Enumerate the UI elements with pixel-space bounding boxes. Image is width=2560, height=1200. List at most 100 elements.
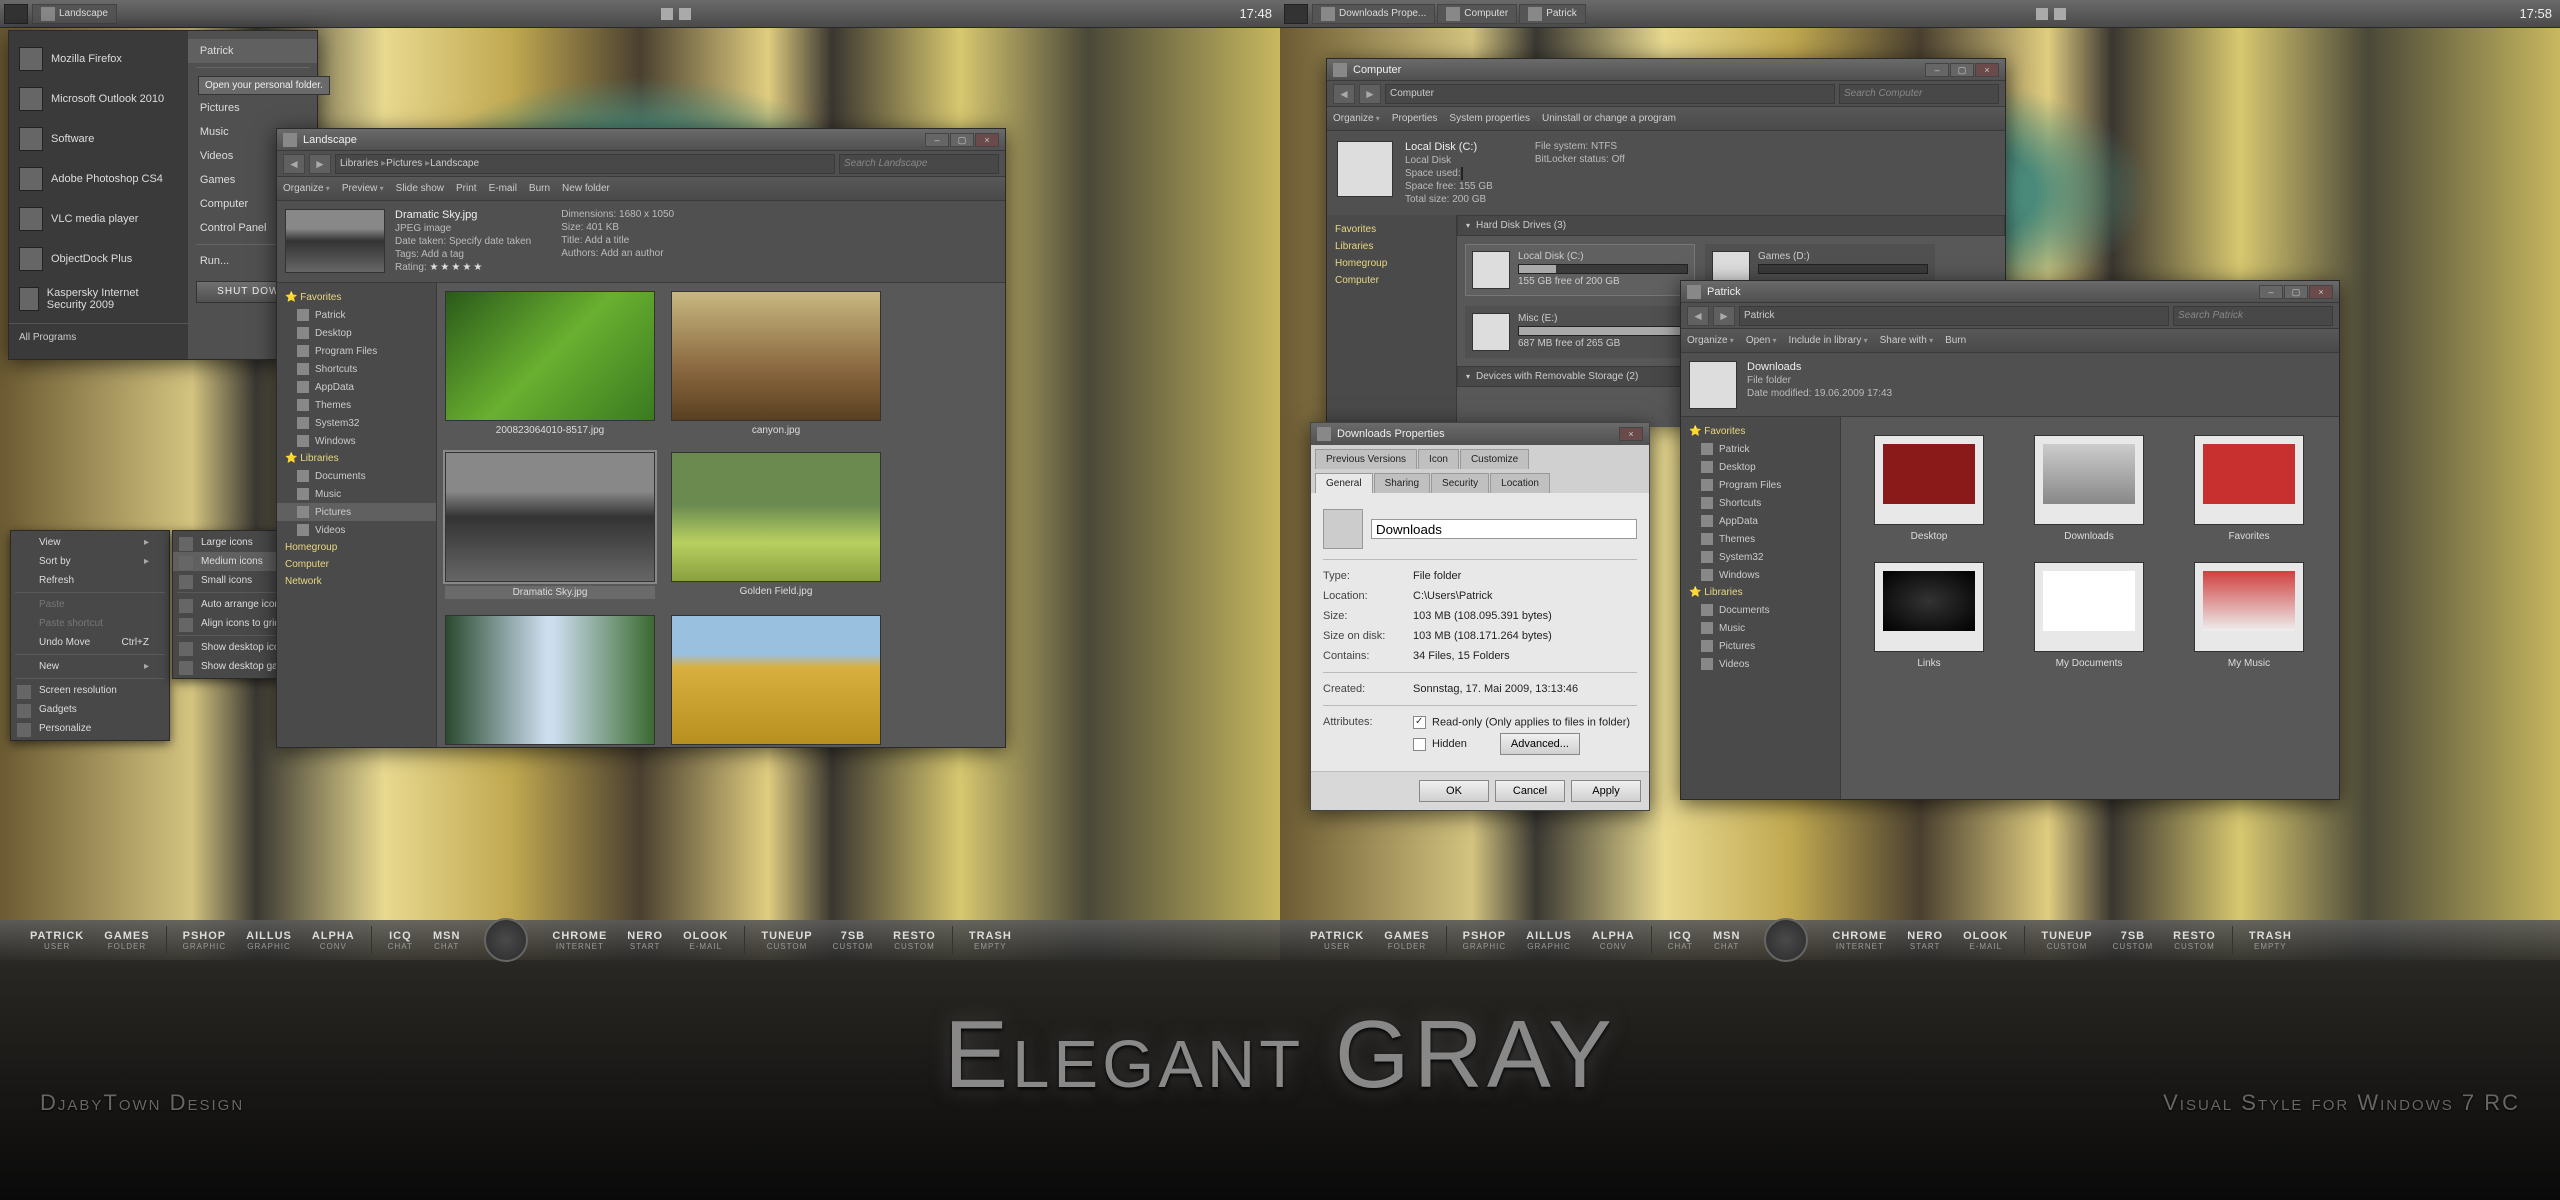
sidebar-item[interactable]: Patrick — [277, 306, 436, 324]
start-button[interactable] — [1284, 4, 1308, 24]
menu-item[interactable]: New — [11, 657, 169, 676]
toolbar-item[interactable]: System properties — [1449, 113, 1530, 124]
all-programs[interactable]: All Programs — [9, 323, 188, 351]
sidebar-header[interactable]: Network — [277, 573, 436, 590]
toolbar-item[interactable]: Uninstall or change a program — [1542, 113, 1676, 124]
sidebar-item[interactable]: Videos — [277, 521, 436, 539]
sidebar-item[interactable]: AppData — [1681, 512, 1840, 530]
tray-icon[interactable] — [679, 8, 691, 20]
toolbar-item[interactable]: Preview — [342, 183, 384, 194]
search-input[interactable]: Search Patrick — [2173, 306, 2333, 326]
menu-item[interactable]: View — [11, 533, 169, 552]
ok-button[interactable]: OK — [1419, 780, 1489, 802]
toolbar-item[interactable]: Organize — [1687, 335, 1734, 346]
drive-item[interactable]: Local Disk (C:) 155 GB free of 200 GB — [1465, 244, 1695, 296]
tray-icon[interactable] — [2036, 8, 2048, 20]
breadcrumb[interactable]: Patrick — [1739, 306, 2169, 326]
drive-item[interactable]: Misc (E:) 687 MB free of 265 GB — [1465, 306, 1695, 358]
folder-icon-large[interactable]: Desktop — [1859, 435, 1999, 542]
folder-icon-large[interactable]: Links — [1859, 562, 1999, 669]
toolbar-item[interactable]: Open — [1746, 335, 1777, 346]
dock-item[interactable]: PATRICKUSER — [1310, 930, 1364, 951]
dock-item[interactable]: TRASHEMPTY — [2249, 930, 2292, 951]
close-button[interactable]: × — [2309, 285, 2333, 299]
search-input[interactable]: Search Computer — [1839, 84, 1999, 104]
title-bar[interactable]: Landscape – ▢ × — [277, 129, 1005, 151]
sidebar-item[interactable]: Documents — [277, 467, 436, 485]
folder-icon-large[interactable]: My Music — [2179, 562, 2319, 669]
maximize-button[interactable]: ▢ — [1950, 63, 1974, 77]
tab[interactable]: Previous Versions — [1315, 449, 1417, 469]
sidebar-item[interactable]: Music — [277, 485, 436, 503]
sidebar-header[interactable]: ⭐ Favorites — [1681, 423, 1840, 440]
sidebar-item[interactable]: System32 — [277, 414, 436, 432]
toolbar-item[interactable]: Organize — [283, 183, 330, 194]
toolbar-item[interactable]: Organize — [1333, 113, 1380, 124]
forward-button[interactable]: ► — [1713, 306, 1735, 326]
apply-button[interactable]: Apply — [1571, 780, 1641, 802]
thumbnail[interactable]: Dramatic Sky.jpg — [445, 452, 655, 599]
start-app[interactable]: Microsoft Outlook 2010 — [9, 79, 188, 119]
drives-header[interactable]: Hard Disk Drives (3) — [1457, 215, 2005, 236]
dock-item[interactable]: CHROMEINTERNET — [1832, 930, 1887, 951]
breadcrumb[interactable]: Computer — [1385, 84, 1835, 104]
sidebar-item[interactable]: Program Files — [1681, 476, 1840, 494]
dock-item[interactable]: NEROSTART — [627, 930, 663, 951]
sidebar-item[interactable]: Windows — [277, 432, 436, 450]
sidebar-item[interactable]: System32 — [1681, 548, 1840, 566]
folder-icon-large[interactable]: Downloads — [2019, 435, 2159, 542]
menu-item[interactable]: Sort by — [11, 552, 169, 571]
sidebar-item[interactable]: Patrick — [1681, 440, 1840, 458]
start-user[interactable]: Patrick — [188, 39, 317, 63]
start-app[interactable]: Kaspersky Internet Security 2009 — [9, 279, 188, 319]
name-input[interactable] — [1371, 519, 1637, 539]
tab[interactable]: Location — [1490, 473, 1550, 493]
toolbar-item[interactable]: Properties — [1392, 113, 1438, 124]
maximize-button[interactable]: ▢ — [2284, 285, 2308, 299]
sidebar-item[interactable]: Pictures — [1681, 637, 1840, 655]
start-button[interactable] — [4, 4, 28, 24]
dock-item[interactable]: GAMESFOLDER — [1384, 930, 1429, 951]
sidebar-header[interactable]: Homegroup — [277, 539, 436, 556]
dock-item[interactable]: GAMESFOLDER — [104, 930, 149, 951]
taskbar-item[interactable]: Landscape — [32, 4, 117, 24]
sidebar-item[interactable]: Desktop — [1681, 458, 1840, 476]
dock-item[interactable]: TUNEUPCUSTOM — [761, 930, 812, 951]
maximize-button[interactable]: ▢ — [950, 133, 974, 147]
sidebar-item[interactable]: AppData — [277, 378, 436, 396]
close-button[interactable]: × — [1975, 63, 1999, 77]
advanced-button[interactable]: Advanced... — [1500, 733, 1580, 755]
thumbnail[interactable] — [445, 615, 655, 747]
dock-item[interactable]: AILLUSGRAPHIC — [246, 930, 292, 951]
readonly-checkbox[interactable] — [1413, 716, 1426, 729]
dock-item[interactable]: MSNCHAT — [433, 930, 460, 951]
clock[interactable]: 17:58 — [2519, 6, 2552, 21]
thumbnail[interactable] — [671, 615, 881, 747]
taskbar-item[interactable]: Computer — [1437, 4, 1517, 24]
back-button[interactable]: ◄ — [283, 154, 305, 174]
dock-item[interactable]: ALPHACONV — [1592, 930, 1635, 951]
dock-item[interactable]: ICQCHAT — [388, 930, 413, 951]
sidebar-item[interactable]: Themes — [1681, 530, 1840, 548]
title-bar[interactable]: Computer –▢× — [1327, 59, 2005, 81]
close-button[interactable]: × — [1619, 427, 1643, 441]
dock-item[interactable]: OLOOKE-MAIL — [683, 930, 728, 951]
toolbar-item[interactable]: Include in library — [1789, 335, 1868, 346]
dock-item[interactable]: 7SBCUSTOM — [2113, 930, 2154, 951]
dock-item[interactable]: CHROMEINTERNET — [552, 930, 607, 951]
sidebar-header[interactable]: ⭐ Favorites — [277, 289, 436, 306]
hidden-checkbox[interactable] — [1413, 738, 1426, 751]
taskbar-item[interactable]: Downloads Prope... — [1312, 4, 1435, 24]
toolbar-item[interactable]: Share with — [1880, 335, 1934, 346]
sidebar-item[interactable]: Documents — [1681, 601, 1840, 619]
start-app[interactable]: Mozilla Firefox — [9, 39, 188, 79]
dock-item[interactable]: TRASHEMPTY — [969, 930, 1012, 951]
title-bar[interactable]: Downloads Properties × — [1311, 423, 1649, 445]
content-area[interactable]: 200823064010-8517.jpg canyon.jpg Dramati… — [437, 283, 1005, 747]
sidebar-item[interactable]: Themes — [277, 396, 436, 414]
taskbar-item[interactable]: Patrick — [1519, 4, 1586, 24]
tab[interactable]: Icon — [1418, 449, 1459, 469]
folder-icon-large[interactable]: My Documents — [2019, 562, 2159, 669]
tray-icon[interactable] — [661, 8, 673, 20]
toolbar-item[interactable]: New folder — [562, 183, 610, 194]
